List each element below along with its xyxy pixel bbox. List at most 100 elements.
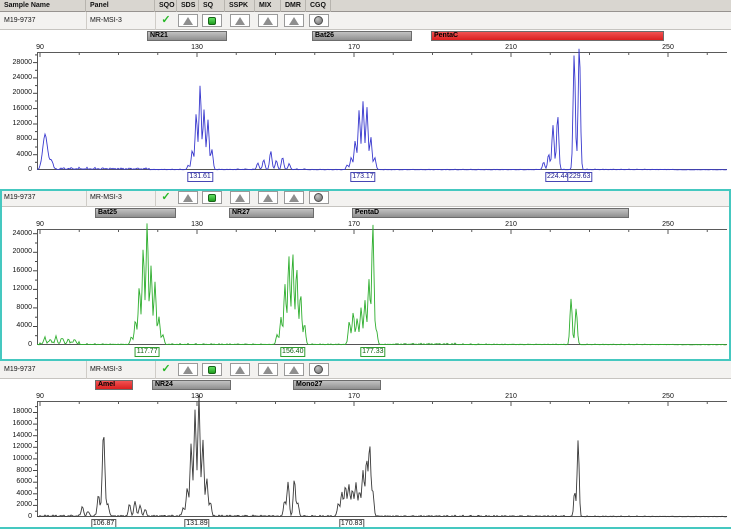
column-header-mix[interactable]: MIX <box>255 0 281 12</box>
column-header-sds[interactable]: SDS <box>177 0 199 12</box>
column-header-cgq[interactable]: CGQ <box>306 0 331 12</box>
y-tick-label: 4000 <box>2 151 32 159</box>
trace-plot-area[interactable]: 0200040006000800010000120001400016000180… <box>0 402 731 517</box>
flag-circle-cell[interactable] <box>309 363 329 376</box>
y-tick-label: 28000 <box>2 59 32 67</box>
marker-amel[interactable]: Amel <box>95 380 133 390</box>
triangle-flag-icon <box>289 194 299 202</box>
allele-size-label: 131.61 <box>187 172 212 182</box>
flag-triangle-cell[interactable] <box>230 191 250 204</box>
flag-circle-cell[interactable] <box>309 14 329 27</box>
column-divider <box>86 12 87 30</box>
column-header-dmr[interactable]: DMR <box>281 0 306 12</box>
size-axis: 90130170210250 <box>0 42 731 52</box>
x-tick-label: 250 <box>653 392 683 401</box>
flag-square-cell[interactable] <box>202 363 222 376</box>
y-tick-label: 8000 <box>2 467 32 475</box>
y-tick-label: 24000 <box>2 74 32 82</box>
flag-triangle-cell[interactable] <box>178 191 198 204</box>
y-tick-label: 2000 <box>2 501 32 509</box>
column-header-sample-name[interactable]: Sample Name <box>0 0 86 12</box>
check-icon: ✓ <box>161 192 170 203</box>
flag-triangle-cell[interactable] <box>284 191 304 204</box>
column-divider <box>86 361 87 379</box>
column-header-sqo[interactable]: SQO <box>155 0 177 12</box>
sample-info-row[interactable]: M19-9737MR-MSI-3 ✓ <box>0 12 731 30</box>
circle-flag-icon <box>314 365 323 374</box>
flag-check-cell[interactable]: ✓ <box>156 191 176 204</box>
triangle-flag-icon <box>289 17 299 25</box>
allele-size-label: 229.63 <box>567 172 592 182</box>
x-tick-label: 210 <box>496 392 526 401</box>
sample-name-cell: M19-9737 <box>0 361 86 379</box>
flag-triangle-cell[interactable] <box>230 363 250 376</box>
triangle-flag-icon <box>183 366 193 374</box>
column-header-sspk[interactable]: SSPK <box>225 0 255 12</box>
flag-triangle-cell[interactable] <box>258 191 278 204</box>
allele-size-label: 117.77 <box>135 347 160 357</box>
x-tick-label: 170 <box>339 43 369 52</box>
flag-triangle-cell[interactable] <box>230 14 250 27</box>
x-tick-label: 90 <box>25 392 55 401</box>
triangle-flag-icon <box>235 366 245 374</box>
y-tick-label: 14000 <box>2 432 32 440</box>
allele-label-row: 131.61173.17224.44229.63 <box>0 171 731 183</box>
marker-nr24[interactable]: NR24 <box>152 380 231 390</box>
flag-square-cell[interactable] <box>202 191 222 204</box>
column-header-sq[interactable]: SQ <box>199 0 225 12</box>
marker-bar-row: NR21 Bat26 PentaC <box>0 31 731 41</box>
fragment-analysis-window: Sample NamePanelSQOSDSSQSSPKMIXDMRCGQ M1… <box>0 0 731 529</box>
flag-triangle-cell[interactable] <box>178 363 198 376</box>
sample-name-cell: M19-9737 <box>0 189 86 207</box>
marker-pentac[interactable]: PentaC <box>431 31 664 41</box>
x-tick-label: 210 <box>496 43 526 52</box>
y-tick-label: 16000 <box>2 105 32 113</box>
marker-nr21[interactable]: NR21 <box>147 31 227 41</box>
y-tick-label: 24000 <box>2 230 32 238</box>
triangle-flag-icon <box>263 366 273 374</box>
marker-bar-row: Amel NR24 Mono27 <box>0 380 731 390</box>
sample-info-row[interactable]: M19-9737MR-MSI-3✓ <box>0 361 731 379</box>
flag-triangle-cell[interactable] <box>178 14 198 27</box>
grid-header: Sample NamePanelSQOSDSSQSSPKMIXDMRCGQ <box>0 0 731 12</box>
triangle-flag-icon <box>263 17 273 25</box>
marker-pentad[interactable]: PentaD <box>352 208 629 218</box>
electropherogram-panel-2[interactable]: M19-9737MR-MSI-3 ✓ Bat25 NR27 PentaD90130170… <box>0 189 731 361</box>
marker-nr27[interactable]: NR27 <box>229 208 314 218</box>
sample-name-cell: M19-9737 <box>0 12 86 30</box>
y-tick-label: 12000 <box>2 120 32 128</box>
x-tick-label: 130 <box>182 392 212 401</box>
sample-info-row[interactable]: M19-9737MR-MSI-3 ✓ <box>0 189 731 207</box>
panel-name-cell: MR-MSI-3 <box>86 189 155 207</box>
panel-name-cell: MR-MSI-3 <box>86 12 155 30</box>
electropherogram-panel-1[interactable]: M19-9737MR-MSI-3✓NR21Bat26PentaC90130170… <box>0 12 731 189</box>
flag-check-cell[interactable]: ✓ <box>156 363 176 376</box>
circle-flag-icon <box>314 16 323 25</box>
x-tick-label: 170 <box>339 220 369 229</box>
electropherogram-panel-3[interactable]: M19-9737MR-MSI-3✓AmelNR24Mono27901301702… <box>0 361 731 529</box>
flag-square-cell[interactable] <box>202 14 222 27</box>
trace-plot-area[interactable]: 0400080001200016000200002400028000 <box>0 53 731 170</box>
x-tick-label: 250 <box>653 43 683 52</box>
y-tick-label: 16000 <box>2 267 32 275</box>
y-tick-label: 20000 <box>2 248 32 256</box>
marker-bat25[interactable]: Bat25 <box>95 208 176 218</box>
flag-triangle-cell[interactable] <box>258 14 278 27</box>
flag-check-cell[interactable]: ✓ <box>156 14 176 27</box>
size-axis: 90130170210250 <box>0 391 731 401</box>
marker-mono27[interactable]: Mono27 <box>293 380 381 390</box>
x-tick-label: 90 <box>25 220 55 229</box>
size-axis: 90130170210250 <box>0 219 731 229</box>
flag-circle-cell[interactable] <box>309 191 329 204</box>
y-tick-label: 4000 <box>2 490 32 498</box>
allele-size-label: 156.40 <box>280 347 305 357</box>
check-icon: ✓ <box>161 15 170 26</box>
flag-triangle-cell[interactable] <box>284 14 304 27</box>
flag-triangle-cell[interactable] <box>284 363 304 376</box>
triangle-flag-icon <box>263 194 273 202</box>
marker-bat26[interactable]: Bat26 <box>312 31 412 41</box>
column-header-panel[interactable]: Panel <box>86 0 155 12</box>
flag-triangle-cell[interactable] <box>258 363 278 376</box>
trace-plot-area[interactable]: 04000800012000160002000024000 <box>0 230 731 345</box>
x-tick-label: 90 <box>25 43 55 52</box>
